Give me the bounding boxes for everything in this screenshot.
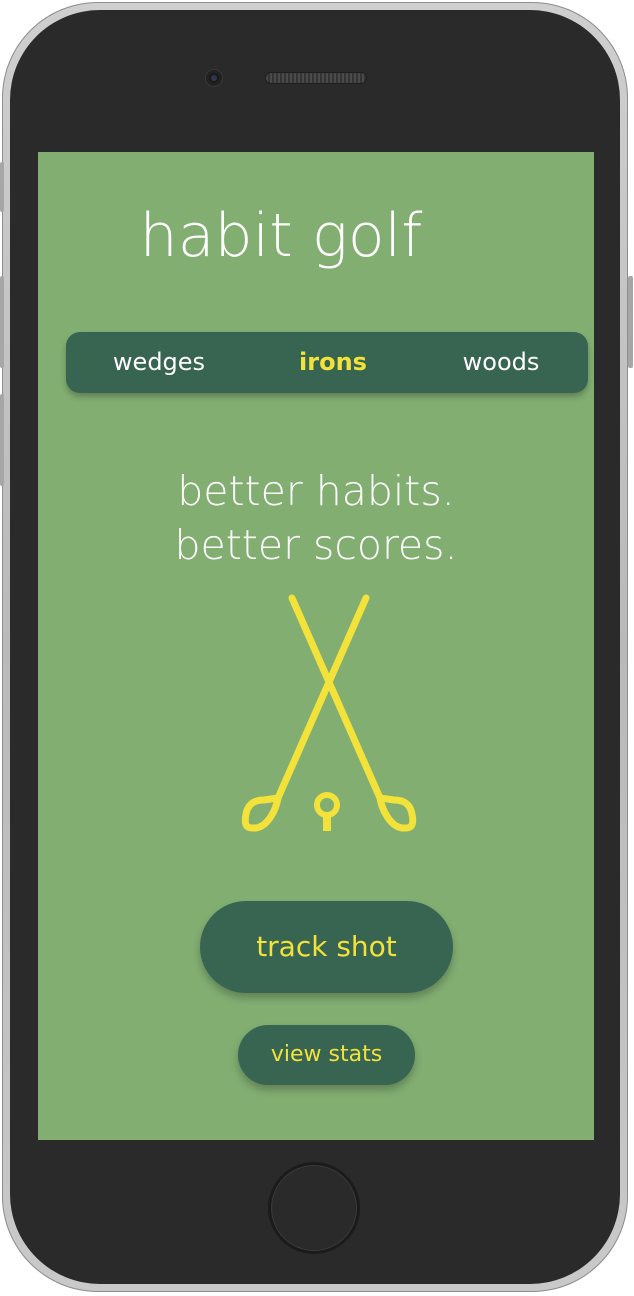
volume-down-button <box>0 394 4 486</box>
tagline-line-2: better scores. <box>174 521 458 569</box>
earpiece-speaker <box>266 73 366 83</box>
tab-irons[interactable]: irons <box>274 332 392 393</box>
left-club-head <box>376 794 417 832</box>
left-club-shaft <box>288 594 384 802</box>
tagline-line-1: better habits. <box>177 467 455 515</box>
app-title: habit golf <box>139 201 423 271</box>
crossed-golf-clubs-icon <box>241 594 417 832</box>
view-stats-button[interactable]: view stats <box>238 1025 415 1085</box>
front-camera <box>206 70 222 86</box>
ball-on-tee <box>314 792 340 818</box>
tab-woods[interactable]: woods <box>442 332 560 393</box>
club-type-selector: wedges irons woods <box>66 332 588 393</box>
volume-up-button <box>0 276 4 368</box>
power-button <box>628 276 633 368</box>
home-button[interactable] <box>268 1162 360 1254</box>
tab-wedges[interactable]: wedges <box>100 332 218 393</box>
right-club-head <box>241 794 282 832</box>
right-club-shaft <box>274 594 370 802</box>
track-shot-button[interactable]: track shot <box>200 901 453 993</box>
